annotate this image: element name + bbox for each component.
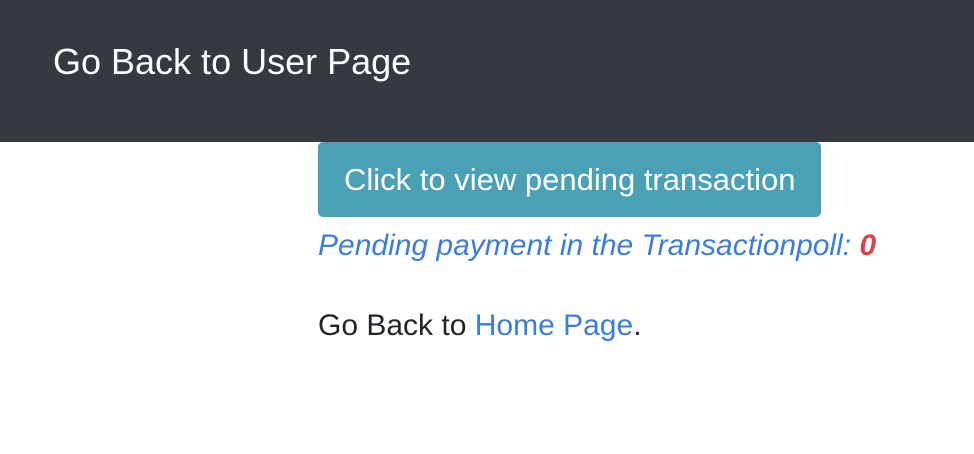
- pending-payment-line: Pending payment in the Transactionpoll: …: [318, 225, 876, 267]
- top-navbar: Go Back to User Page: [0, 0, 974, 142]
- back-to-home-prefix: Go Back to: [318, 309, 475, 342]
- view-pending-transaction-button[interactable]: Click to view pending transaction: [318, 142, 822, 217]
- pending-payment-label: Pending payment in the Transactionpoll:: [318, 229, 860, 262]
- home-page-link[interactable]: Home Page: [475, 309, 633, 342]
- back-to-user-page-link[interactable]: Go Back to User Page: [53, 38, 411, 86]
- back-to-home-suffix: .: [633, 309, 642, 342]
- main-content: Click to view pending transaction Pendin…: [318, 142, 876, 347]
- pending-payment-count: 0: [859, 229, 877, 262]
- back-to-home-line: Go Back to Home Page.: [318, 305, 876, 347]
